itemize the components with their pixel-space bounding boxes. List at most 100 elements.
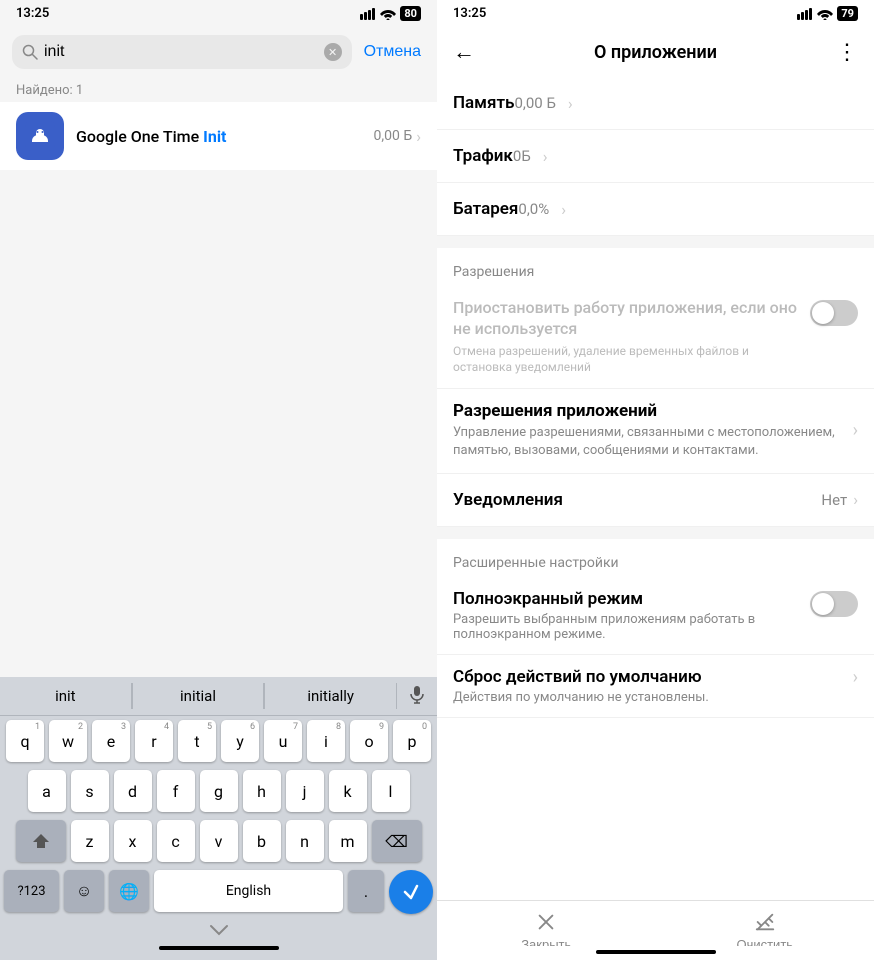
memory-row[interactable]: Память 0,00 Б › — [437, 77, 874, 130]
app-size-row: 0,00 Б › — [374, 127, 421, 146]
memory-value-wrap: 0,00 Б › — [514, 94, 572, 113]
reset-chevron-icon: › — [853, 667, 858, 688]
divider-1 — [437, 236, 874, 248]
key-m[interactable]: m — [329, 820, 367, 862]
fullscreen-text: Полноэкранный режим Разрешить выбранным … — [453, 589, 810, 642]
keyboard: init initial initially 1q 2w 3e 4r 5t 6y… — [0, 677, 437, 960]
key-enter[interactable] — [389, 870, 433, 914]
settings-content: Память 0,00 Б › Трафик 0Б › Батарея 0,0%… — [437, 77, 874, 960]
right-panel: 13:25 79 ← О приложении ⋮ Память 0,00 Б … — [437, 0, 874, 960]
notif-value: Нет — [821, 491, 847, 509]
key-k[interactable]: k — [329, 770, 367, 812]
suggestion-initially[interactable]: initially — [265, 683, 397, 709]
key-row-bottom: ?123 ☺ 🌐 English . — [4, 870, 433, 914]
fullscreen-title: Полноэкранный режим — [453, 589, 810, 609]
key-d[interactable]: d — [114, 770, 152, 812]
key-t[interactable]: 5t — [178, 720, 216, 762]
right-header: ← О приложении ⋮ — [437, 27, 874, 77]
traffic-label: Трафик — [453, 146, 513, 166]
suggestion-init[interactable]: init — [0, 683, 132, 709]
battery-row[interactable]: Батарея 0,0% › — [437, 183, 874, 236]
cancel-button[interactable]: Отмена — [360, 43, 425, 61]
key-row-1: 1q 2w 3e 4r 5t 6y 7u 8i 9o 0p — [4, 720, 433, 762]
memory-chevron-icon: › — [568, 94, 573, 113]
notifications-row[interactable]: Уведомления Нет › — [437, 474, 874, 527]
memory-label: Память — [453, 93, 514, 113]
left-status-bar: 13:25 80 — [0, 0, 437, 27]
key-emoji[interactable]: ☺ — [64, 870, 104, 912]
clear-icon — [754, 911, 776, 933]
key-w[interactable]: 2w — [49, 720, 87, 762]
key-z[interactable]: z — [71, 820, 109, 862]
perms-row-inner: Разрешения приложений Управление разреше… — [453, 401, 858, 460]
key-q[interactable]: 1q — [6, 720, 44, 762]
notif-label: Уведомления — [453, 490, 821, 510]
key-i[interactable]: 8i — [307, 720, 345, 762]
battery-value: 0,0% — [518, 200, 549, 218]
home-bar-left — [159, 946, 279, 950]
app-chevron-icon: › — [416, 127, 421, 146]
pause-toggle-row: Приостановить работу приложения, если он… — [437, 286, 874, 389]
divider-2 — [437, 527, 874, 539]
traffic-row[interactable]: Трафик 0Б › — [437, 130, 874, 183]
key-g[interactable]: g — [200, 770, 238, 812]
key-a[interactable]: a — [28, 770, 66, 812]
suggestions-row: init initial initially — [0, 677, 437, 716]
suggestion-initial[interactable]: initial — [133, 683, 265, 709]
permissions-section-label: Разрешения — [437, 248, 874, 286]
key-p[interactable]: 0p — [393, 720, 431, 762]
left-status-time: 13:25 — [16, 6, 49, 21]
key-b[interactable]: b — [243, 820, 281, 862]
pause-text: Приостановить работу приложения, если он… — [453, 298, 810, 376]
key-rows: 1q 2w 3e 4r 5t 6y 7u 8i 9o 0p a s d f g … — [0, 716, 437, 914]
key-l[interactable]: l — [372, 770, 410, 812]
key-period[interactable]: . — [348, 870, 384, 912]
app-perms-row[interactable]: Разрешения приложений Управление разреше… — [437, 389, 874, 473]
pause-toggle[interactable] — [810, 300, 858, 326]
traffic-value: 0Б — [513, 147, 531, 165]
key-n[interactable]: n — [286, 820, 324, 862]
reset-desc: Действия по умолчанию не установлены. — [453, 690, 853, 705]
key-s[interactable]: s — [71, 770, 109, 812]
key-shift[interactable] — [16, 820, 66, 862]
key-u[interactable]: 7u — [264, 720, 302, 762]
search-input[interactable] — [44, 43, 318, 61]
search-icon — [22, 44, 38, 60]
app-name-highlight: Init — [203, 127, 226, 146]
key-h[interactable]: h — [243, 770, 281, 812]
app-size: 0,00 Б — [374, 128, 413, 144]
notif-chevron-icon: › — [853, 490, 858, 509]
key-symbols[interactable]: ?123 — [4, 870, 59, 912]
key-space[interactable]: English — [154, 870, 343, 912]
key-globe[interactable]: 🌐 — [109, 870, 149, 912]
battery-value-wrap: 0,0% › — [518, 200, 566, 219]
key-backspace[interactable]: ⌫ — [372, 820, 422, 862]
keyboard-collapse[interactable] — [0, 922, 437, 940]
app-perms-title: Разрешения приложений — [453, 401, 853, 421]
home-bar-right — [596, 950, 716, 954]
traffic-chevron-icon: › — [543, 147, 548, 166]
key-y[interactable]: 6y — [221, 720, 259, 762]
app-list-item[interactable]: Google One Time Init 0,00 Б › — [0, 102, 437, 170]
key-e[interactable]: 3e — [92, 720, 130, 762]
search-input-wrap[interactable]: ✕ — [12, 35, 352, 69]
more-button[interactable]: ⋮ — [832, 35, 862, 69]
mic-button[interactable] — [397, 684, 437, 709]
clear-input-button[interactable]: ✕ — [324, 43, 342, 61]
advanced-section-label: Расширенные настройки — [437, 539, 874, 577]
fullscreen-toggle[interactable] — [810, 591, 858, 617]
key-c[interactable]: c — [157, 820, 195, 862]
key-v[interactable]: v — [200, 820, 238, 862]
app-perms-desc: Управление разрешениями, связанными с ме… — [453, 424, 853, 460]
back-button[interactable]: ← — [449, 35, 479, 69]
key-f[interactable]: f — [157, 770, 195, 812]
key-j[interactable]: j — [286, 770, 324, 812]
traffic-value-wrap: 0Б › — [513, 147, 548, 166]
key-r[interactable]: 4r — [135, 720, 173, 762]
reset-text: Сброс действий по умолчанию Действия по … — [453, 667, 853, 705]
reset-row[interactable]: Сброс действий по умолчанию Действия по … — [437, 655, 874, 718]
key-o[interactable]: 9o — [350, 720, 388, 762]
fullscreen-desc: Разрешить выбранным приложениям работать… — [453, 612, 810, 642]
fullscreen-row: Полноэкранный режим Разрешить выбранным … — [437, 577, 874, 655]
key-x[interactable]: x — [114, 820, 152, 862]
